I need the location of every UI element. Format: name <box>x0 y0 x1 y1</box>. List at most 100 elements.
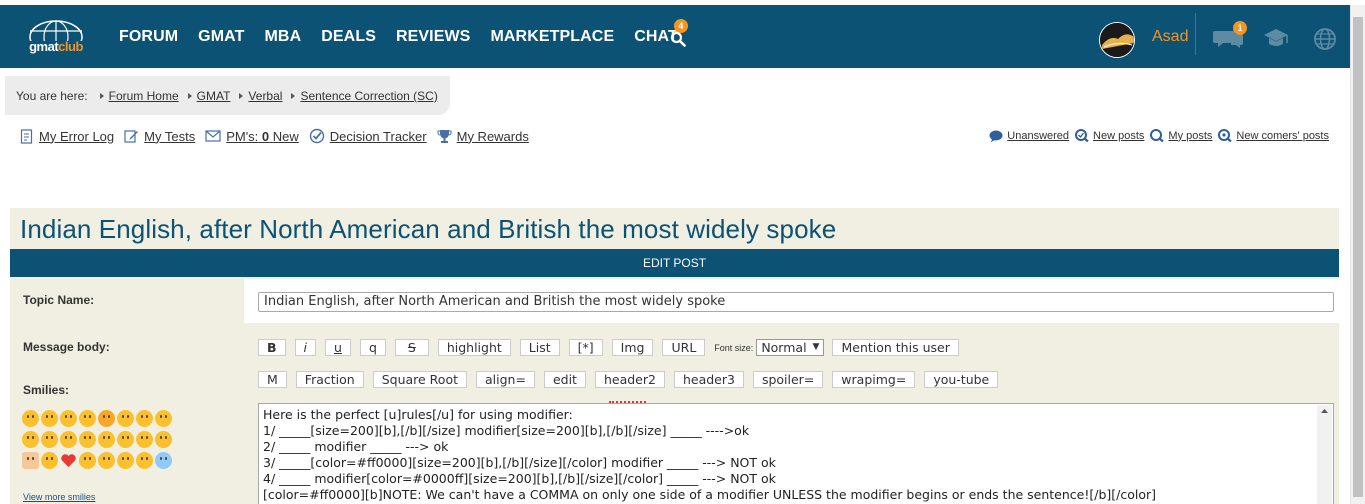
breadcrumb-gmat[interactable]: GMAT <box>197 89 231 103</box>
nav-deals[interactable]: DEALS <box>321 28 376 46</box>
mention-user-button[interactable]: Mention this user <box>832 339 959 356</box>
nav-marketplace[interactable]: MARKETPLACE <box>490 28 614 46</box>
school-button[interactable] <box>1263 27 1289 54</box>
edit-button[interactable]: edit <box>543 371 586 388</box>
heart-icon[interactable] <box>60 452 77 469</box>
font-size-value: Normal <box>761 340 807 355</box>
unanswered-link[interactable]: Unanswered <box>1007 130 1069 142</box>
crying-icon[interactable] <box>155 410 172 427</box>
square-root-button[interactable]: Square Root <box>372 371 468 388</box>
breadcrumb-verbal[interactable]: Verbal <box>248 89 282 103</box>
highlight-button[interactable]: highlight <box>437 339 511 356</box>
align-button[interactable]: align= <box>476 371 535 388</box>
strike-button[interactable]: S <box>394 339 429 356</box>
scroll-up-arrow-icon <box>1321 409 1328 413</box>
speech-bubble-icon <box>989 130 1003 142</box>
youtube-button[interactable]: you-tube <box>924 371 999 388</box>
decision-tracker-link[interactable]: Decision Tracker <box>330 129 427 144</box>
sad-icon[interactable] <box>136 410 153 427</box>
new-comers-posts-link[interactable]: New comers' posts <box>1236 130 1329 142</box>
message-body-textarea[interactable]: Here is the perfect [u]rules[/u] for usi… <box>258 403 1334 504</box>
yum-icon[interactable] <box>117 452 134 469</box>
math-button[interactable]: M <box>258 371 287 388</box>
breadcrumb-sentence-correction[interactable]: Sentence Correction (SC) <box>300 89 437 103</box>
page: gmatclub FORUM GMAT MBA DEALS REVIEWS MA… <box>0 0 1365 504</box>
pms-label: PM's: <box>226 128 259 144</box>
neutral-icon[interactable] <box>79 431 96 448</box>
list-item-button[interactable]: [*] <box>568 339 603 356</box>
bold-button[interactable]: B <box>258 339 286 356</box>
pms-link[interactable]: PM's: 0 New <box>226 129 299 144</box>
header2-button[interactable]: header2 <box>594 371 665 388</box>
cool-icon[interactable] <box>98 410 115 427</box>
nav-forum[interactable]: FORUM <box>119 28 178 46</box>
pms-count: 0 <box>261 128 270 144</box>
scrollbar-thumb[interactable] <box>1353 17 1363 497</box>
pray-icon[interactable] <box>155 452 172 469</box>
graduation-cap-icon <box>1264 29 1288 46</box>
gmatclub-logo[interactable]: gmatclub <box>18 17 94 57</box>
topic-name-label: Topic Name: <box>23 293 95 307</box>
page-scrollbar[interactable] <box>1350 5 1365 504</box>
tongue-icon[interactable] <box>136 452 153 469</box>
new-comers-icon <box>1218 129 1233 142</box>
language-button[interactable] <box>1313 27 1337 56</box>
url-button[interactable]: URL <box>662 339 706 356</box>
thumbs-up-icon[interactable] <box>22 452 39 469</box>
logo-text-gmat: gmat <box>29 39 59 54</box>
kiss-icon[interactable] <box>98 452 115 469</box>
angry-icon[interactable] <box>41 431 58 448</box>
tests-icon <box>124 130 139 143</box>
dizzy-icon[interactable] <box>136 431 153 448</box>
wink-icon[interactable] <box>79 410 96 427</box>
header3-button[interactable]: header3 <box>673 371 744 388</box>
nav-mba[interactable]: MBA <box>264 28 301 46</box>
format-toolbar-1: B i u q S highlight List [*] Img URL Fon… <box>258 339 968 356</box>
happy-icon[interactable] <box>117 410 134 427</box>
dropdown-arrow-icon: ▼ <box>812 342 820 352</box>
surprised-icon[interactable] <box>117 431 134 448</box>
my-rewards-link[interactable]: My Rewards <box>457 129 529 144</box>
breadcrumb-forum-home[interactable]: Forum Home <box>109 89 179 103</box>
sweat-icon[interactable] <box>155 431 172 448</box>
avatar[interactable] <box>1099 22 1135 58</box>
envelope-icon <box>205 130 221 142</box>
italic-button[interactable]: i <box>294 339 317 356</box>
messages-button[interactable]: 1 <box>1213 21 1247 49</box>
hug-icon[interactable] <box>41 452 58 469</box>
font-size-select[interactable]: Normal ▼ <box>756 339 825 356</box>
new-posts-link[interactable]: New posts <box>1093 130 1144 142</box>
trophy-icon <box>437 129 452 143</box>
message-line-2: 1/ _____[size=200][b],[/b][/size] modifi… <box>263 423 750 438</box>
my-error-log-link[interactable]: My Error Log <box>39 129 114 144</box>
world-icon <box>1314 28 1336 50</box>
shocked-icon[interactable] <box>98 431 115 448</box>
spoiler-button[interactable]: spoiler= <box>752 371 824 388</box>
fraction-button[interactable]: Fraction <box>295 371 364 388</box>
my-tests-link[interactable]: My Tests <box>144 129 195 144</box>
smile-icon[interactable] <box>22 410 39 427</box>
img-button[interactable]: Img <box>611 339 654 356</box>
topic-name-input[interactable]: Indian English, after North American and… <box>258 292 1334 312</box>
post-filter-links: Unanswered New posts My posts New comers… <box>983 129 1329 142</box>
my-posts-link[interactable]: My posts <box>1168 130 1212 142</box>
quote-button[interactable]: q <box>359 339 386 356</box>
user-name[interactable]: Asad <box>1152 28 1188 46</box>
laughing-icon[interactable] <box>60 410 77 427</box>
top-header: gmatclub FORUM GMAT MBA DEALS REVIEWS MA… <box>0 5 1350 68</box>
check-circle-icon <box>309 128 324 144</box>
smilies-label: Smilies: <box>23 383 70 397</box>
view-more-smilies-link[interactable]: View more smilies <box>23 492 95 502</box>
textarea-scrollbar[interactable] <box>1317 405 1332 504</box>
nav-reviews[interactable]: REVIEWS <box>396 28 471 46</box>
user-menu[interactable]: Asad <box>1099 22 1188 58</box>
list-button[interactable]: List <box>519 339 560 356</box>
underline-button[interactable]: u <box>325 339 351 356</box>
wrapimg-button[interactable]: wrapimg= <box>832 371 916 388</box>
grin-icon[interactable] <box>41 410 58 427</box>
nav-gmat[interactable]: GMAT <box>198 28 244 46</box>
search-icon[interactable] <box>670 31 686 47</box>
heart-eyes-icon[interactable] <box>79 452 96 469</box>
confused-icon[interactable] <box>22 431 39 448</box>
rolling-eyes-icon[interactable] <box>60 431 77 448</box>
